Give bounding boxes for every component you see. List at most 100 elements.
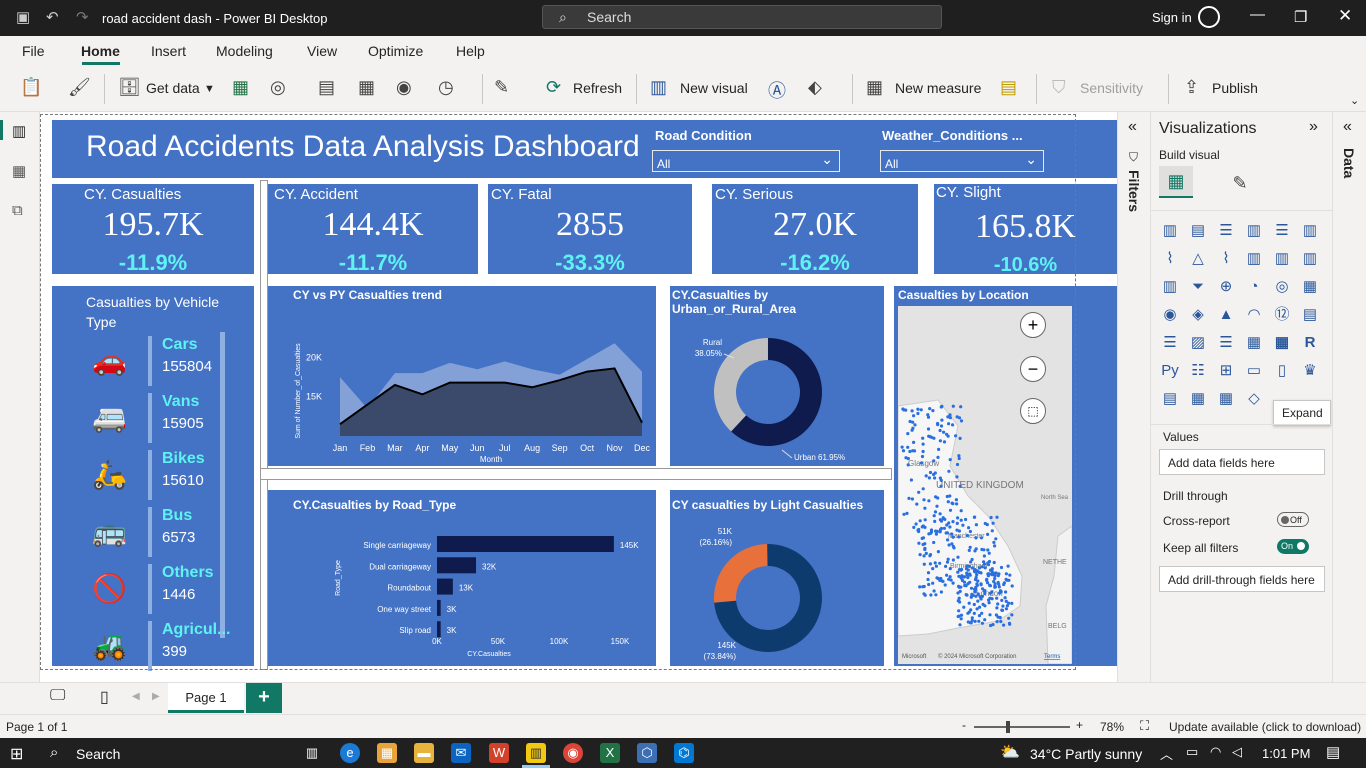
- get-data-button[interactable]: Get data: [146, 80, 200, 96]
- line-chart-icon[interactable]: ⌇: [1159, 248, 1181, 270]
- line-clustered-icon[interactable]: ▥: [1271, 248, 1293, 270]
- dataverse-icon[interactable]: ▤: [318, 77, 335, 98]
- select-area-icon[interactable]: ⬚: [1020, 398, 1046, 424]
- drill-through-drop-zone[interactable]: Add drill-through fields here: [1159, 566, 1325, 592]
- chevron-left-icon[interactable]: «: [1128, 118, 1137, 136]
- format-painter-icon[interactable]: 🖌: [68, 77, 91, 98]
- new-visual-button[interactable]: New visual: [680, 80, 748, 96]
- publish-button[interactable]: Publish: [1212, 80, 1258, 96]
- get-data-icon[interactable]: 🗄: [118, 77, 141, 98]
- chevron-up-icon[interactable]: ︿: [1160, 744, 1173, 763]
- menu-help[interactable]: Help: [456, 43, 485, 59]
- task-view-icon[interactable]: ▥: [302, 743, 322, 763]
- table-view-icon[interactable]: ▦: [12, 162, 26, 180]
- line-column-icon[interactable]: ▥: [1243, 248, 1265, 270]
- 100-bar-icon[interactable]: ☰: [1271, 220, 1293, 242]
- minimize-icon[interactable]: —: [1250, 6, 1265, 23]
- menu-file[interactable]: File: [22, 43, 45, 59]
- kpi-card-fatal[interactable]: CY. Fatal 2855 -33.3%: [488, 184, 692, 275]
- fit-to-page-icon[interactable]: ⛶: [1140, 718, 1149, 734]
- redo-icon[interactable]: ↷: [76, 8, 89, 26]
- card-icon[interactable]: ⑫: [1271, 304, 1293, 326]
- azure-map-icon[interactable]: ▲: [1215, 304, 1237, 326]
- excel-icon[interactable]: ▦: [232, 77, 249, 98]
- kpi-card-slight[interactable]: CY. Slight 165.8K -10.6%: [934, 184, 1117, 276]
- clustered-bar-icon[interactable]: ☰: [1215, 220, 1237, 242]
- volume-icon[interactable]: ◁: [1232, 744, 1242, 760]
- menu-optimize[interactable]: Optimize: [368, 43, 423, 59]
- report-view-icon[interactable]: ▥: [12, 122, 26, 140]
- more-visuals-icon[interactable]: ⬖: [808, 77, 822, 98]
- windows-start-icon[interactable]: ⊞: [10, 744, 23, 764]
- mail-icon[interactable]: ✉: [451, 743, 471, 763]
- recent-sources-icon[interactable]: ◉: [396, 77, 412, 98]
- zoom-out-icon[interactable]: −: [1020, 356, 1046, 382]
- kpi-card-casualties[interactable]: CY. Casualties 195.7K -11.9%: [52, 184, 254, 275]
- next-page-icon[interactable]: ▶: [152, 691, 160, 702]
- decomposition-tree-icon[interactable]: ☷: [1187, 360, 1209, 382]
- powerbi-icon[interactable]: ▥: [526, 743, 546, 763]
- road-type-panel[interactable]: CY.Casualties by Road_Type Single carria…: [268, 490, 656, 666]
- user-avatar-icon[interactable]: [1198, 6, 1220, 28]
- chevron-down-icon[interactable]: ▼: [204, 83, 215, 95]
- office-icon[interactable]: W: [489, 743, 509, 763]
- kpi-icon[interactable]: ☰: [1159, 332, 1181, 354]
- kpi-card-accident[interactable]: CY. Accident 144.4K -11.7%: [268, 184, 478, 275]
- waterfall-icon[interactable]: ▥: [1159, 276, 1181, 298]
- slicer-road-condition-dropdown[interactable]: All ⌄: [652, 150, 840, 172]
- enter-data-icon[interactable]: ▦: [358, 77, 375, 98]
- taskbar-search[interactable]: Search: [76, 746, 120, 762]
- add-page-button[interactable]: +: [246, 683, 282, 713]
- python-visual-icon[interactable]: R: [1299, 332, 1321, 354]
- report-icon[interactable]: ▤: [1159, 388, 1181, 410]
- keep-filters-toggle[interactable]: On: [1277, 539, 1309, 554]
- new-visual-icon[interactable]: ▥: [650, 77, 667, 98]
- wifi-icon[interactable]: ◠: [1210, 744, 1221, 760]
- notification-icon[interactable]: ▤: [1326, 743, 1340, 761]
- stacked-bar-icon[interactable]: ▥: [1159, 220, 1181, 242]
- app-icon[interactable]: ⬡: [637, 743, 657, 763]
- maximize-icon[interactable]: ❐: [1294, 8, 1307, 26]
- map-panel[interactable]: Casualties by Location Glasgow UNITED KIN…: [894, 286, 1117, 666]
- more-visuals-icon[interactable]: ◇: [1243, 388, 1265, 410]
- matrix-icon[interactable]: ▦: [1243, 332, 1265, 354]
- sign-in-link[interactable]: Sign in: [1152, 10, 1192, 25]
- area-chart-icon[interactable]: △: [1187, 248, 1209, 270]
- stacked-area-icon[interactable]: ⌇: [1215, 248, 1237, 270]
- paste-icon[interactable]: 📋: [20, 77, 42, 98]
- multirow-card-icon[interactable]: ▤: [1299, 304, 1321, 326]
- table-icon[interactable]: ☰: [1215, 332, 1237, 354]
- new-measure-button[interactable]: New measure: [895, 80, 981, 96]
- power-apps-icon[interactable]: ▦: [1187, 388, 1209, 410]
- format-visual-tab[interactable]: ✎: [1225, 168, 1255, 198]
- excel-taskbar-icon[interactable]: X: [600, 743, 620, 763]
- power-automate-icon[interactable]: ▦: [1215, 388, 1237, 410]
- undo-icon[interactable]: ↶: [46, 8, 59, 26]
- zoom-slider[interactable]: [974, 726, 1070, 728]
- funnel-icon[interactable]: ⏷: [1187, 276, 1209, 298]
- slicer-weather-dropdown[interactable]: All ⌄: [880, 150, 1044, 172]
- treemap-icon[interactable]: ▦: [1299, 276, 1321, 298]
- stacked-column-icon[interactable]: ▤: [1187, 220, 1209, 242]
- onelake-icon[interactable]: ◎: [270, 77, 286, 98]
- cross-report-toggle[interactable]: Off: [1277, 512, 1309, 527]
- chevron-right-icon[interactable]: »: [1309, 118, 1318, 136]
- build-visual-tab[interactable]: ▦: [1159, 166, 1193, 198]
- slicer-icon[interactable]: ▨: [1187, 332, 1209, 354]
- close-icon[interactable]: ✕: [1338, 6, 1352, 26]
- search-box[interactable]: ⌕ Search: [542, 5, 942, 29]
- r-visual-icon[interactable]: ▦: [1271, 332, 1293, 354]
- zoom-in-icon[interactable]: +: [1020, 312, 1046, 338]
- transform-data-icon[interactable]: ✎: [494, 77, 509, 98]
- publish-icon[interactable]: ⇪: [1184, 77, 1199, 98]
- values-drop-zone[interactable]: Add data fields here: [1159, 449, 1325, 475]
- light-panel[interactable]: CY casualties by Light Casualties 51K (26…: [670, 490, 884, 666]
- collapse-ribbon-icon[interactable]: ⌄: [1350, 94, 1359, 107]
- zoom-out-button[interactable]: -: [962, 718, 966, 732]
- prev-page-icon[interactable]: ◀: [132, 691, 140, 702]
- transform-icon[interactable]: ◷: [438, 77, 454, 98]
- map-canvas[interactable]: GlasgowUNITED KINGDOMNorth SeaManchester…: [898, 306, 1072, 664]
- chrome-icon[interactable]: ◉: [563, 743, 583, 763]
- save-icon[interactable]: ▣: [16, 8, 30, 26]
- update-notice[interactable]: Update available (click to download): [1169, 720, 1361, 734]
